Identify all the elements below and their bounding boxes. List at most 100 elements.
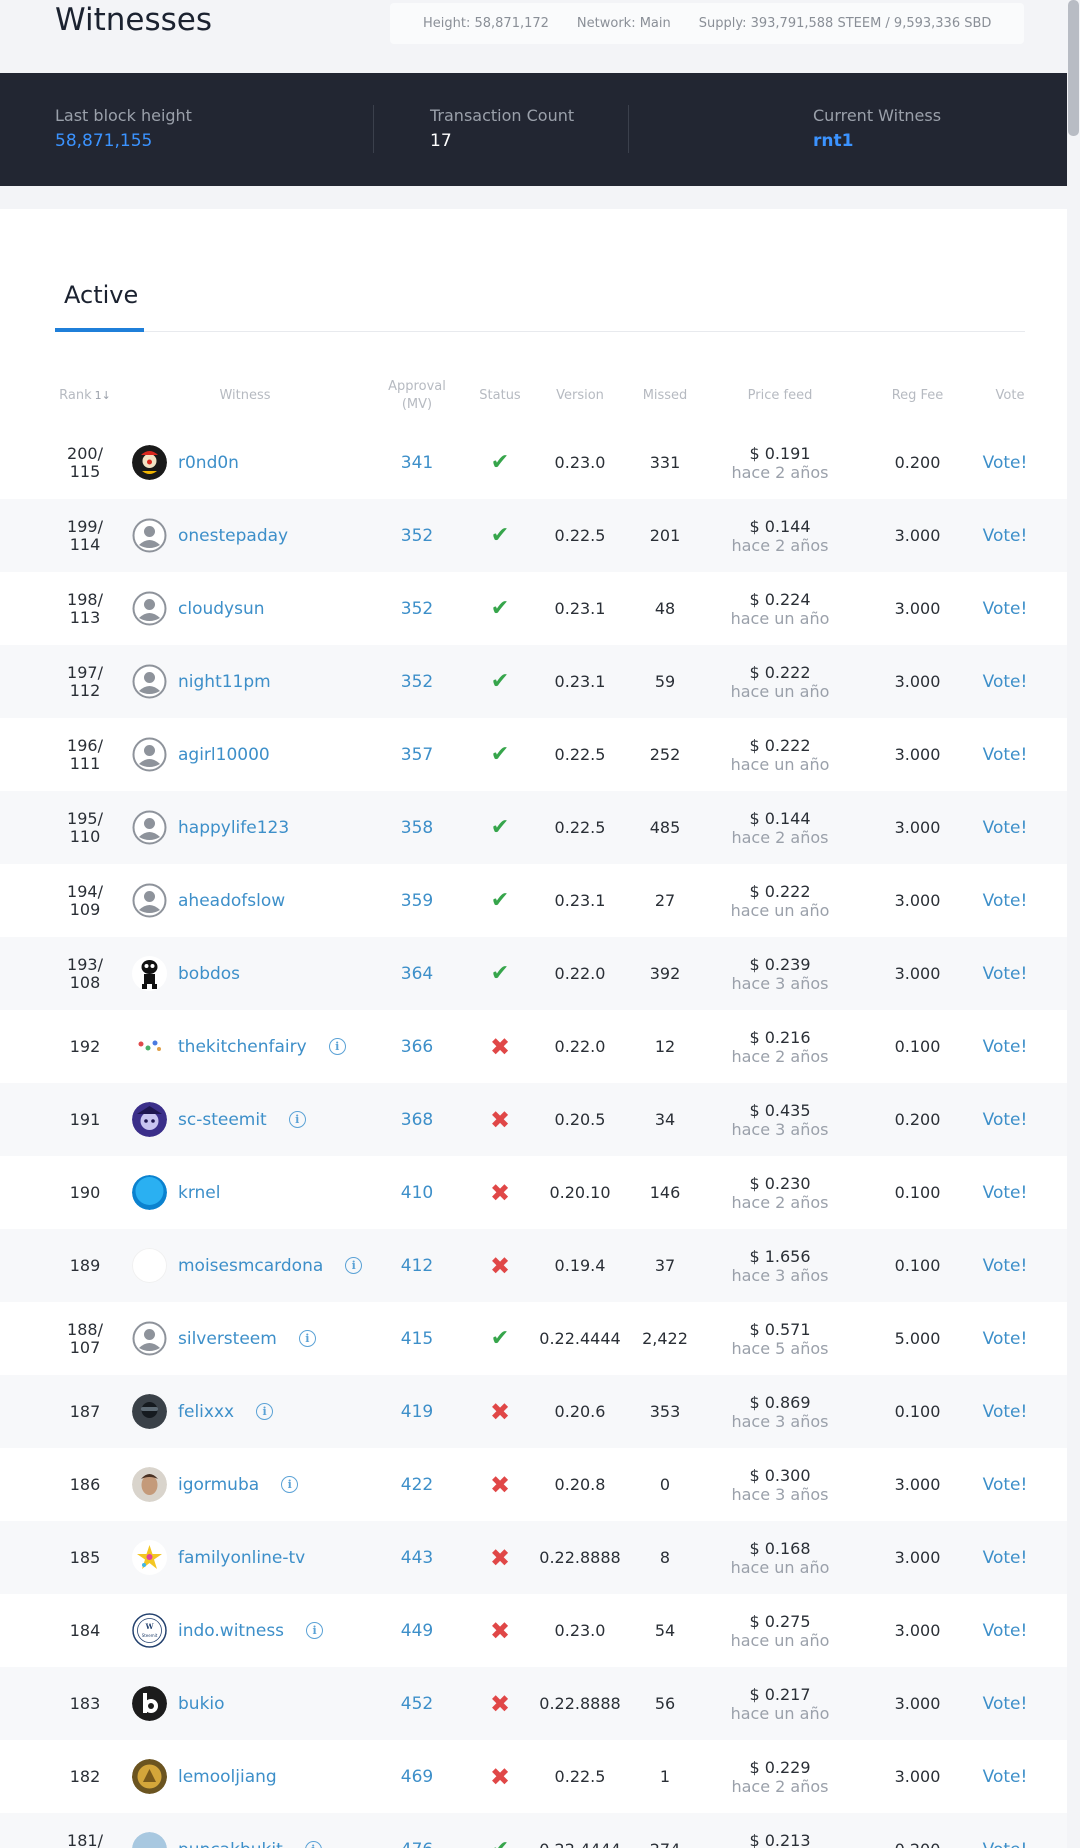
- vote-button[interactable]: Vote!: [975, 1521, 1035, 1594]
- approval-link[interactable]: 469: [387, 1740, 447, 1813]
- avatar[interactable]: [132, 445, 167, 480]
- header-missed[interactable]: Missed: [630, 366, 700, 426]
- header-reg-fee[interactable]: Reg Fee: [880, 366, 955, 426]
- vote-button[interactable]: Vote!: [975, 1667, 1035, 1740]
- witness-name-link[interactable]: lemooljiang: [178, 1767, 277, 1787]
- info-icon[interactable]: i: [256, 1403, 274, 1420]
- header-status[interactable]: Status: [470, 366, 530, 426]
- avatar[interactable]: [132, 1394, 167, 1429]
- approval-link[interactable]: 443: [387, 1521, 447, 1594]
- approval-link[interactable]: 352: [387, 499, 447, 572]
- avatar[interactable]: [132, 956, 167, 991]
- witness-name-link[interactable]: happylife123: [178, 818, 289, 838]
- vote-button[interactable]: Vote!: [975, 572, 1035, 645]
- witness-name-link[interactable]: puncakbukit: [178, 1840, 283, 1848]
- info-icon[interactable]: i: [328, 1038, 346, 1055]
- approval-link[interactable]: 364: [387, 937, 447, 1010]
- vote-button[interactable]: Vote!: [975, 937, 1035, 1010]
- witness-name-link[interactable]: bukio: [178, 1694, 225, 1714]
- approval-link[interactable]: 359: [387, 864, 447, 937]
- header-approval[interactable]: Approval (MV): [377, 366, 457, 426]
- approval-link[interactable]: 352: [387, 572, 447, 645]
- witness-name-link[interactable]: r0nd0n: [178, 453, 239, 473]
- witness-name-link[interactable]: aheadofslow: [178, 891, 285, 911]
- vote-button[interactable]: Vote!: [975, 1156, 1035, 1229]
- witness-name-link[interactable]: agirl10000: [178, 745, 270, 765]
- witness-name-link[interactable]: felixxx: [178, 1402, 234, 1422]
- approval-link[interactable]: 476: [387, 1813, 447, 1848]
- info-icon[interactable]: i: [345, 1257, 363, 1274]
- vote-button[interactable]: Vote!: [975, 1229, 1035, 1302]
- info-icon[interactable]: i: [281, 1476, 299, 1493]
- sort-icon[interactable]: 1↓: [95, 387, 111, 405]
- approval-link[interactable]: 452: [387, 1667, 447, 1740]
- vote-button[interactable]: Vote!: [975, 718, 1035, 791]
- info-icon[interactable]: i: [288, 1111, 306, 1128]
- avatar[interactable]: [132, 1321, 167, 1356]
- vote-button[interactable]: Vote!: [975, 1083, 1035, 1156]
- vote-button[interactable]: Vote!: [975, 791, 1035, 864]
- avatar[interactable]: [132, 1832, 167, 1848]
- info-icon[interactable]: i: [304, 1841, 322, 1848]
- last-block-value[interactable]: 58,871,155: [55, 131, 192, 151]
- approval-link[interactable]: 419: [387, 1375, 447, 1448]
- avatar[interactable]: [132, 737, 167, 772]
- avatar[interactable]: [132, 810, 167, 845]
- approval-link[interactable]: 410: [387, 1156, 447, 1229]
- vote-button[interactable]: Vote!: [975, 864, 1035, 937]
- vote-button[interactable]: Vote!: [975, 1375, 1035, 1448]
- vote-button[interactable]: Vote!: [975, 426, 1035, 499]
- witness-name-link[interactable]: familyonline-tv: [178, 1548, 305, 1568]
- vote-button[interactable]: Vote!: [975, 1302, 1035, 1375]
- header-witness[interactable]: Witness: [180, 366, 310, 426]
- approval-link[interactable]: 358: [387, 791, 447, 864]
- vote-button[interactable]: Vote!: [975, 1594, 1035, 1667]
- approval-link[interactable]: 352: [387, 645, 447, 718]
- approval-link[interactable]: 341: [387, 426, 447, 499]
- avatar[interactable]: [132, 1686, 167, 1721]
- witness-name-link[interactable]: igormuba: [178, 1475, 259, 1495]
- witness-name-link[interactable]: indo.witness: [178, 1621, 284, 1641]
- approval-link[interactable]: 412: [387, 1229, 447, 1302]
- vote-button[interactable]: Vote!: [975, 1448, 1035, 1521]
- witness-name-link[interactable]: moisesmcardona: [178, 1256, 323, 1276]
- witness-name-link[interactable]: silversteem: [178, 1329, 277, 1349]
- avatar[interactable]: [132, 518, 167, 553]
- scrollbar[interactable]: [1067, 0, 1080, 1848]
- vote-button[interactable]: Vote!: [975, 499, 1035, 572]
- witness-name-link[interactable]: night11pm: [178, 672, 271, 692]
- witness-name-link[interactable]: krnel: [178, 1183, 221, 1203]
- avatar[interactable]: [132, 1029, 167, 1064]
- witness-name-link[interactable]: thekitchenfairy: [178, 1037, 307, 1057]
- info-icon[interactable]: i: [298, 1330, 316, 1347]
- info-icon[interactable]: i: [306, 1622, 324, 1639]
- avatar[interactable]: [132, 883, 167, 918]
- witness-name-link[interactable]: sc-steemit: [178, 1110, 267, 1130]
- avatar[interactable]: [132, 1248, 167, 1283]
- approval-link[interactable]: 368: [387, 1083, 447, 1156]
- avatar[interactable]: [132, 664, 167, 699]
- vote-button[interactable]: Vote!: [975, 645, 1035, 718]
- avatar[interactable]: [132, 1759, 167, 1794]
- witness-name-link[interactable]: bobdos: [178, 964, 240, 984]
- avatar[interactable]: [132, 591, 167, 626]
- approval-link[interactable]: 357: [387, 718, 447, 791]
- header-price-feed[interactable]: Price feed: [720, 366, 840, 426]
- vote-button[interactable]: Vote!: [975, 1813, 1035, 1848]
- avatar[interactable]: [132, 1467, 167, 1502]
- avatar[interactable]: [132, 1540, 167, 1575]
- avatar[interactable]: [132, 1102, 167, 1137]
- approval-link[interactable]: 366: [387, 1010, 447, 1083]
- vote-button[interactable]: Vote!: [975, 1010, 1035, 1083]
- header-version[interactable]: Version: [540, 366, 620, 426]
- vote-button[interactable]: Vote!: [975, 1740, 1035, 1813]
- witness-name-link[interactable]: onestepaday: [178, 526, 288, 546]
- approval-link[interactable]: 415: [387, 1302, 447, 1375]
- approval-link[interactable]: 449: [387, 1594, 447, 1667]
- witness-name-link[interactable]: cloudysun: [178, 599, 265, 619]
- current-witness-value[interactable]: rnt1: [813, 131, 941, 151]
- avatar[interactable]: W Steemit: [132, 1613, 167, 1648]
- header-rank[interactable]: Rank 1↓: [55, 366, 115, 426]
- scrollbar-thumb[interactable]: [1068, 0, 1079, 136]
- approval-link[interactable]: 422: [387, 1448, 447, 1521]
